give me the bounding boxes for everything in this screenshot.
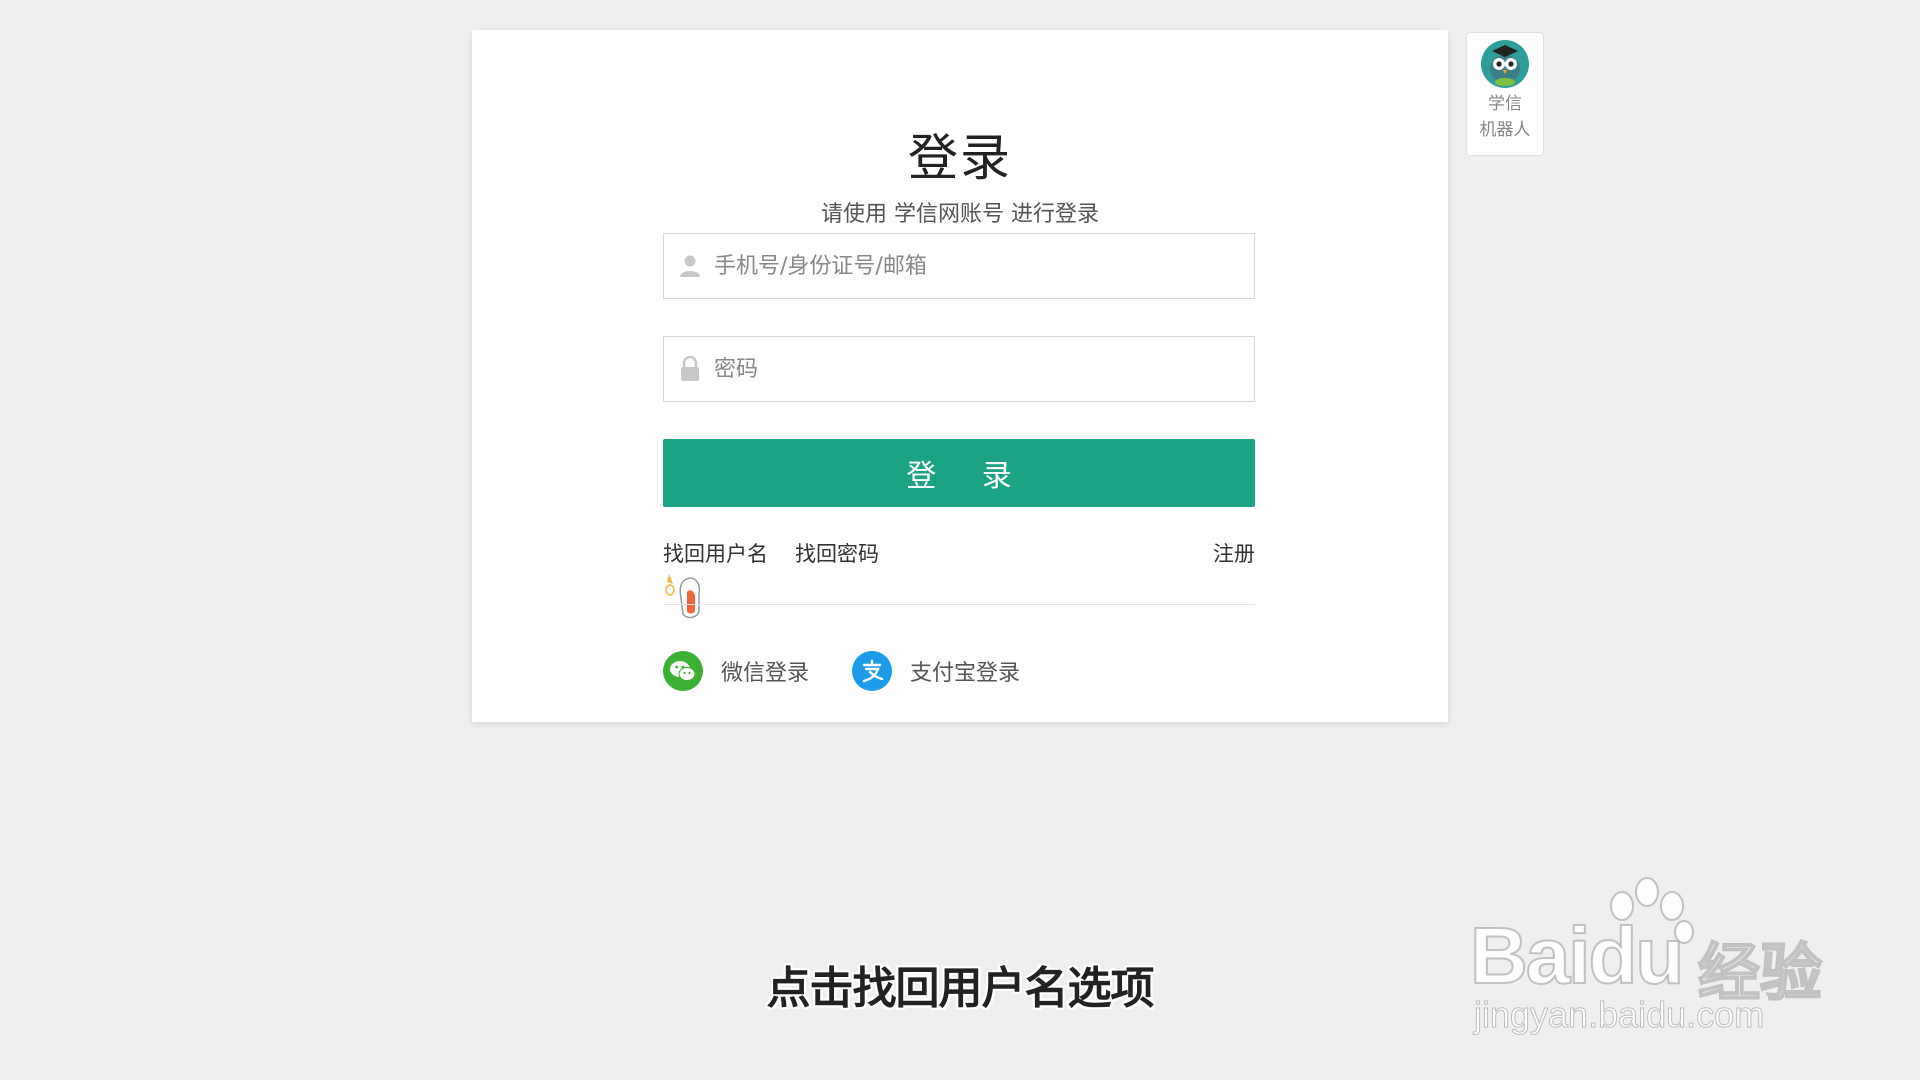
watermark-brand: Baidu — [1469, 910, 1685, 1001]
username-input[interactable] — [712, 235, 1254, 297]
forgot-password-link[interactable]: 找回密码 — [795, 538, 879, 568]
user-icon — [678, 253, 702, 279]
password-input[interactable] — [712, 338, 1254, 400]
wechat-login-label: 微信登录 — [721, 661, 810, 686]
register-link[interactable]: 注册 — [1213, 538, 1255, 568]
login-subtitle: 请使用 学信网账号 进行登录 — [821, 202, 1099, 227]
wechat-icon — [663, 651, 703, 691]
baidu-jingyan-watermark: Baidu 经验 jingyan.baidu.com — [1469, 870, 1830, 1040]
login-button[interactable]: 登 录 — [663, 439, 1255, 507]
watermark-url: jingyan.baidu.com — [1473, 994, 1765, 1036]
robot-label-line1: 学信 — [1488, 94, 1522, 114]
alipay-login-label: 支付宝登录 — [910, 661, 1021, 686]
xuexin-robot-widget[interactable]: 学信 机器人 — [1466, 32, 1544, 156]
divider — [663, 604, 1255, 605]
click-cursor-icon — [663, 570, 711, 624]
alipay-icon — [852, 651, 892, 691]
robot-label-line2: 机器人 — [1479, 120, 1531, 140]
page-title: 登录 — [908, 129, 1012, 187]
login-card: 登录 请使用 学信网账号 进行登录 登 录 找回用户名 找回密码 注册 — [472, 30, 1448, 722]
username-field[interactable] — [663, 233, 1255, 299]
forgot-username-link[interactable]: 找回用户名 — [663, 538, 768, 568]
wechat-login-button[interactable]: 微信登录 — [663, 650, 809, 692]
password-field[interactable] — [663, 336, 1255, 402]
alipay-login-button[interactable]: 支付宝登录 — [852, 650, 1020, 692]
lock-icon — [678, 356, 702, 382]
robot-owl-icon — [1480, 39, 1530, 89]
